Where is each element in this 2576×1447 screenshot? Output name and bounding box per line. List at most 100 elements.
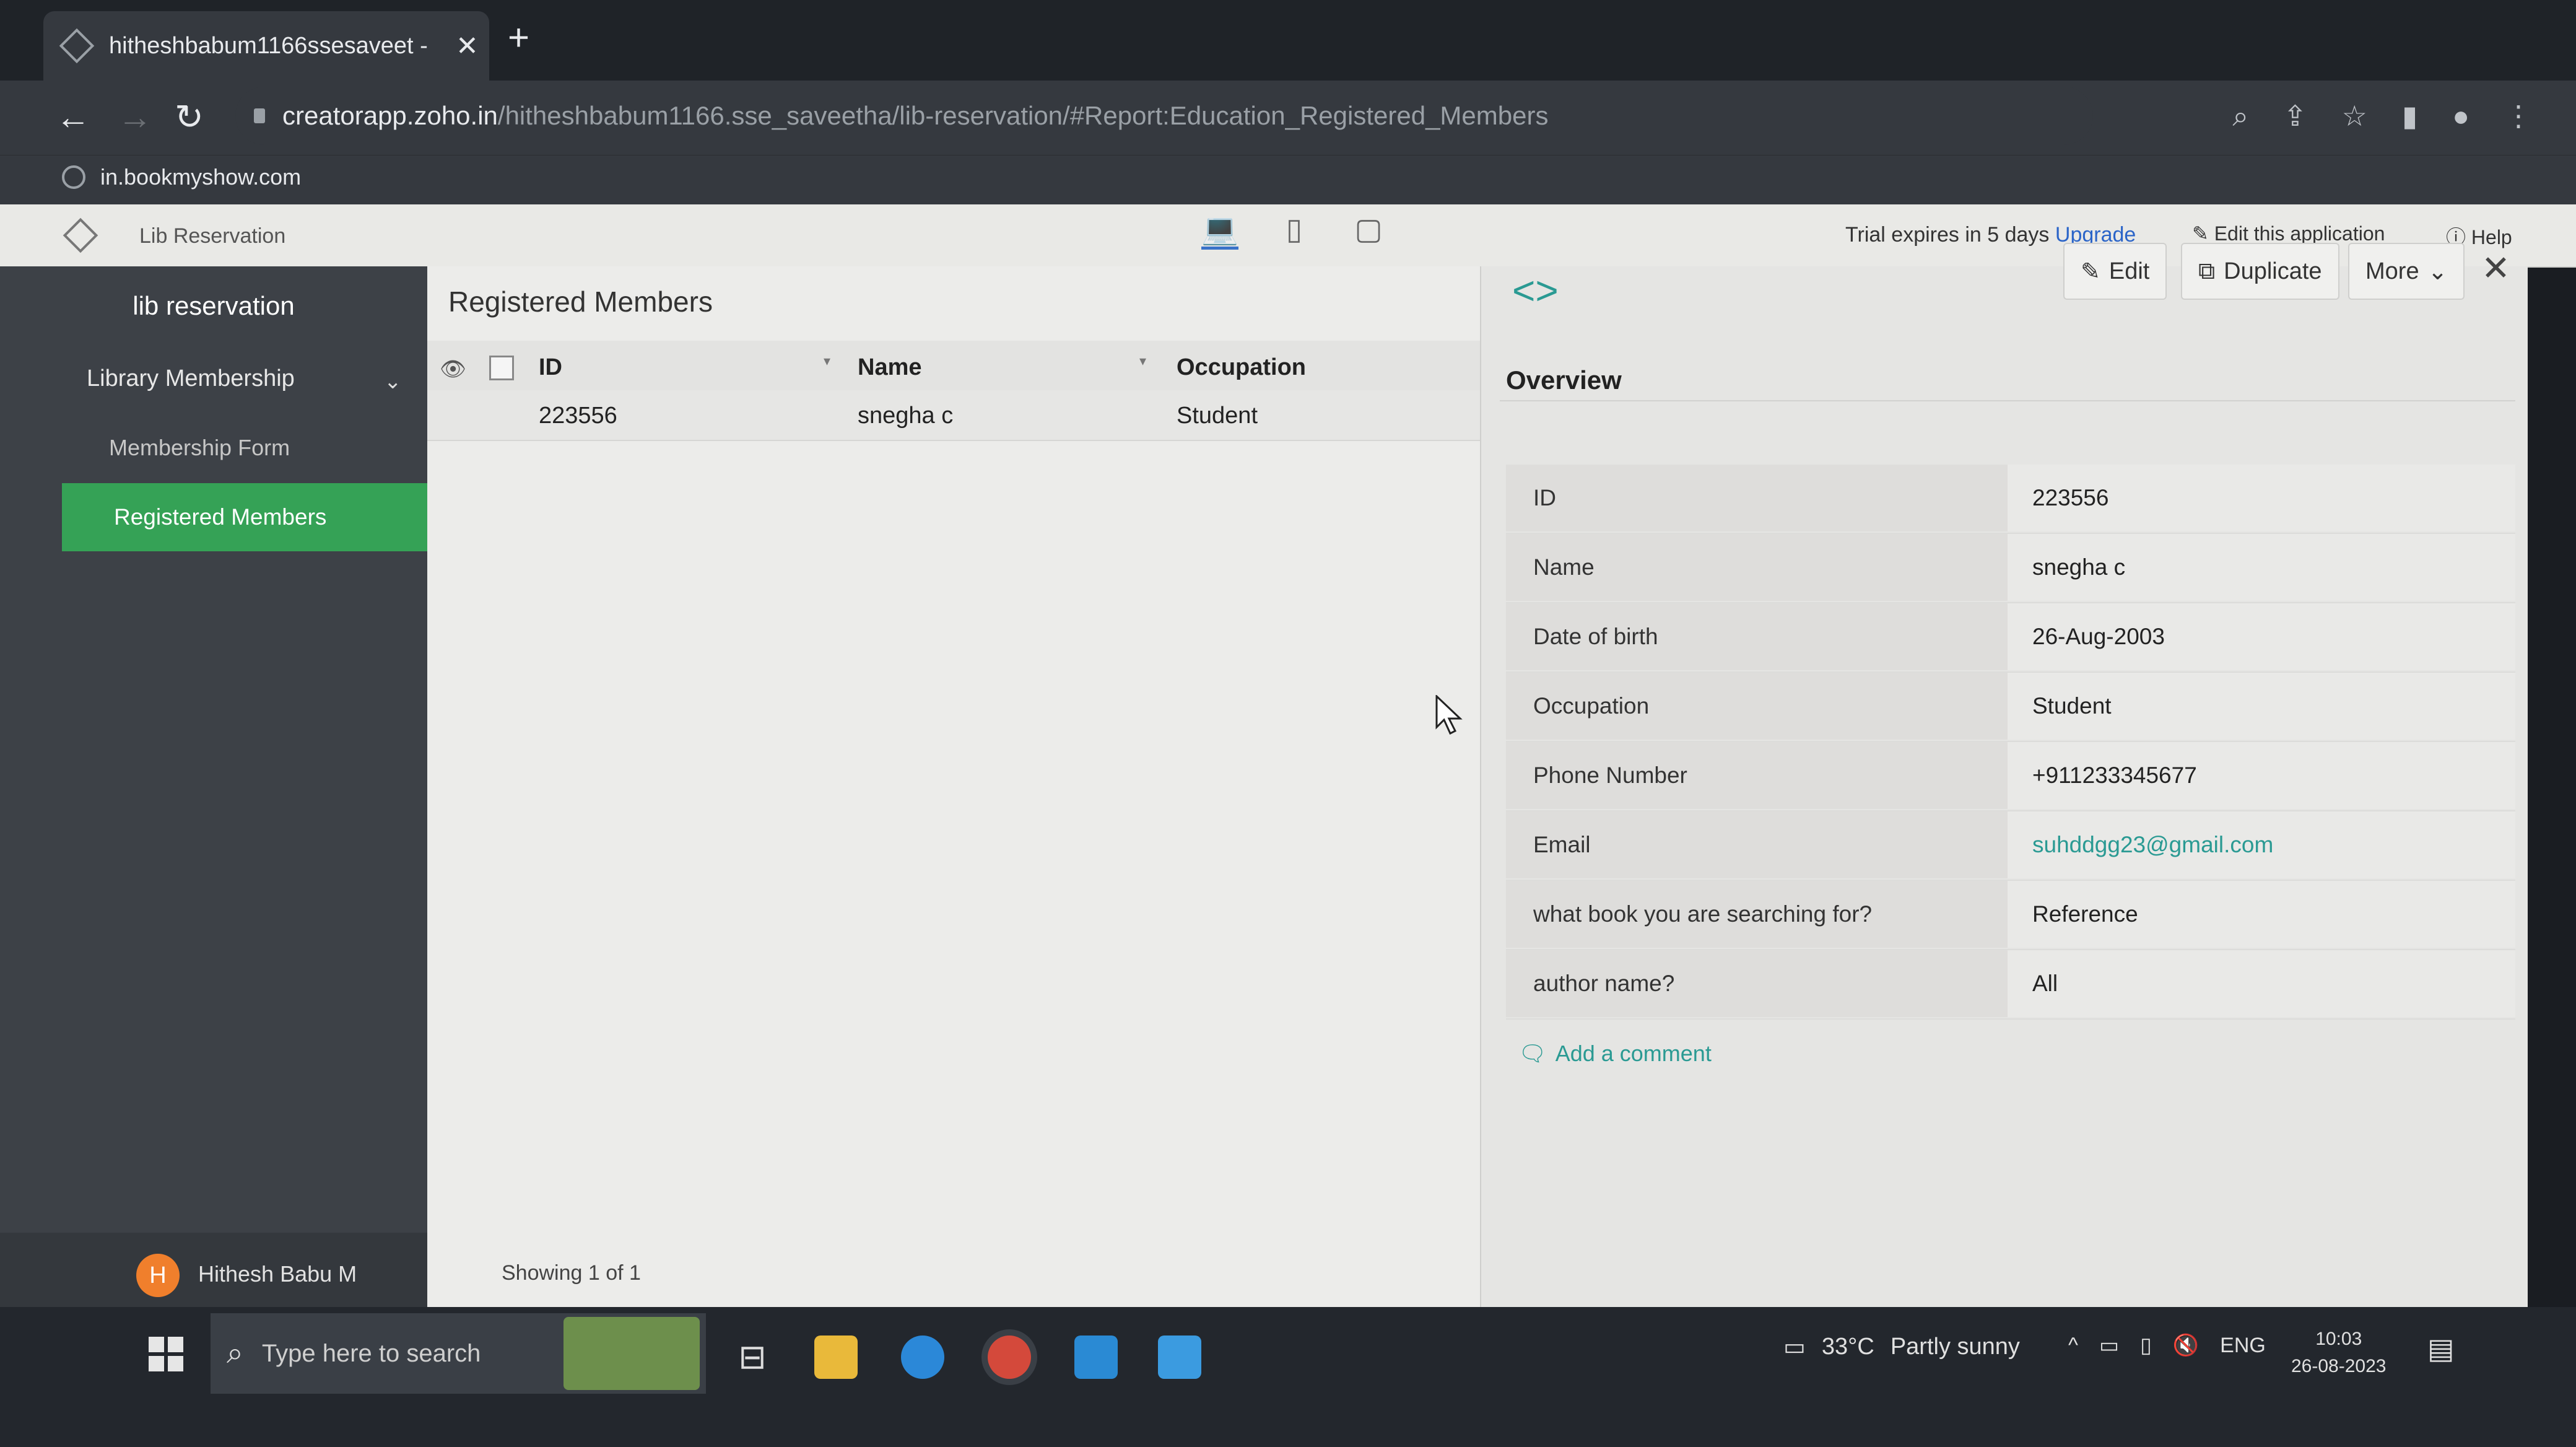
cell-name: snegha c [858,403,954,429]
sort-id-icon[interactable]: ▾ [824,353,830,369]
field-value-id: 223556 [2008,465,2515,531]
field-row: Date of birth 26-Aug-2003 [1506,603,2515,673]
network-icon[interactable]: ▭ [2099,1333,2119,1358]
code-view-icon[interactable]: <> [1512,268,1559,313]
sidebar-item-registered-members[interactable]: Registered Members [62,483,433,551]
url-path: /hitheshbabum1166.sse_saveetha/lib-reser… [497,101,1549,130]
zoho-favicon-icon [59,28,95,64]
column-header-id[interactable]: ID [539,354,562,381]
pencil-icon: ✎ [2081,258,2100,285]
section-title-overview: Overview [1506,365,1622,395]
report-panel: Registered Members 👁 ID ▾ Name ▾ Occupat… [427,266,1480,1307]
mail-icon[interactable] [1074,1336,1118,1379]
share-icon[interactable]: ⇪ [2283,99,2307,134]
tab-title: hitheshbabum1166ssesaveet - [109,32,428,59]
field-label-id: ID [1506,465,2008,531]
field-row: Email suhddgg23@gmail.com [1506,811,2515,881]
sidebar-item-membership-form[interactable]: Membership Form [109,435,290,461]
sidebar-section-library-membership[interactable]: Library Membership [87,365,295,392]
file-explorer-icon[interactable] [814,1336,858,1379]
forward-icon[interactable]: → [118,97,152,137]
temperature: 33°C [1821,1334,1874,1360]
battery-icon[interactable]: ▯ [2140,1333,2152,1358]
more-label: More [2365,258,2419,284]
field-value-author: All [2008,950,2515,1017]
field-value-phone: +911233345677 [2008,742,2515,809]
new-tab-icon[interactable]: + [508,16,529,59]
cell-id: 223556 [539,403,617,429]
column-header-name[interactable]: Name [858,354,922,381]
notifications-icon[interactable]: ▤ [2427,1332,2454,1365]
search-highlight-image [564,1317,700,1390]
clock[interactable]: 10:03 26-08-2023 [2291,1326,2386,1380]
task-view-icon[interactable]: ⊟ [731,1336,774,1379]
select-all-checkbox[interactable] [489,356,514,380]
windows-start-icon[interactable] [149,1337,183,1371]
duplicate-button[interactable]: ⧉ Duplicate [2181,243,2339,300]
close-icon[interactable]: ✕ [2481,248,2510,289]
field-value-email-link[interactable]: suhddgg23@gmail.com [2008,811,2515,878]
sidepanel-icon[interactable]: ▮ [2402,99,2417,134]
avatar[interactable]: H [136,1254,180,1297]
user-name[interactable]: Hithesh Babu M [198,1261,357,1287]
edit-button[interactable]: ✎ Edit [2063,243,2167,300]
help-label: Help [2471,226,2512,248]
profile-icon[interactable]: ● [2452,99,2469,134]
sort-name-icon[interactable]: ▾ [1139,353,1146,369]
search-icon: ⌕ [227,1337,243,1370]
tablet-icon[interactable]: ▢ [1350,213,1387,247]
zoom-icon[interactable]: ⌕ [2232,99,2248,134]
table-header: 👁 ID ▾ Name ▾ Occupation [427,341,1480,391]
field-value-book: Reference [2008,881,2515,948]
menu-icon[interactable]: ⋮ [2504,99,2533,134]
clock-time: 10:03 [2315,1329,2362,1349]
volume-muted-icon[interactable]: 🔇 [2173,1333,2199,1358]
column-header-occupation[interactable]: Occupation [1177,354,1306,381]
clock-date: 26-08-2023 [2291,1356,2387,1376]
browser-tab[interactable]: hitheshbabum1166ssesaveet - ✕ [43,11,489,81]
user-bar: H Hithesh Babu M 🔔 [0,1233,477,1307]
field-row: ID 223556 [1506,465,2515,534]
field-row: Phone Number +911233345677 [1506,742,2515,811]
address-bar[interactable]: creatorapp.zoho.in /hitheshbabum1166.sse… [235,87,2093,145]
browser-actions: ⌕ ⇪ ☆ ▮ ● ⋮ [2232,99,2533,134]
chevron-up-icon[interactable]: ^ [2068,1334,2078,1358]
globe-icon [62,165,85,189]
weather-widget[interactable]: ▭ 33°C Partly sunny [1783,1333,2020,1361]
back-icon[interactable]: ← [56,97,90,137]
divider [1500,400,2515,401]
field-label-book: what book you are searching for? [1506,881,2008,948]
cell-occupation: Student [1177,403,1258,429]
field-row: Occupation Student [1506,673,2515,742]
mobile-icon[interactable]: ▯ [1276,213,1313,247]
app-logo-icon [63,217,98,253]
bookmark-item[interactable]: in.bookmyshow.com [62,164,301,190]
close-tab-icon[interactable]: ✕ [456,30,479,62]
store-icon[interactable] [1158,1336,1201,1379]
eye-icon[interactable]: 👁 [440,357,466,382]
browser-tabbar: hitheshbabum1166ssesaveet - ✕ + [0,0,2576,81]
field-label-phone: Phone Number [1506,742,2008,809]
chevron-down-icon: ⌄ [2427,258,2448,285]
sidebar: lib reservation Library Membership ⌄ Mem… [0,266,477,1307]
field-row: author name? All [1506,950,2515,1020]
taskbar-search[interactable]: ⌕ Type here to search [211,1313,706,1394]
comment-icon: 🗨 [1518,1041,1547,1066]
field-value-occupation: Student [2008,673,2515,740]
field-value-dob: 26-Aug-2003 [2008,603,2515,670]
laptop-icon[interactable]: 💻 [1201,213,1238,250]
edit-application-button[interactable]: ✎ Edit this application [2192,222,2385,245]
edit-application-label: Edit this application [2214,222,2385,245]
chrome-icon[interactable] [988,1336,1031,1379]
reload-icon[interactable]: ↻ [175,97,204,138]
language-indicator[interactable]: ENG [2220,1334,2266,1358]
bookmark-star-icon[interactable]: ☆ [2342,99,2367,134]
add-comment-link[interactable]: 🗨 Add a comment [1518,1041,1712,1067]
field-label-occupation: Occupation [1506,673,2008,740]
chevron-down-icon[interactable]: ⌄ [384,369,402,394]
table-row[interactable]: 223556 snegha c Student [427,390,1480,441]
more-button[interactable]: More ⌄ [2348,243,2465,300]
field-label-author: author name? [1506,950,2008,1017]
search-placeholder: Type here to search [261,1339,481,1367]
edge-icon[interactable] [901,1336,944,1379]
